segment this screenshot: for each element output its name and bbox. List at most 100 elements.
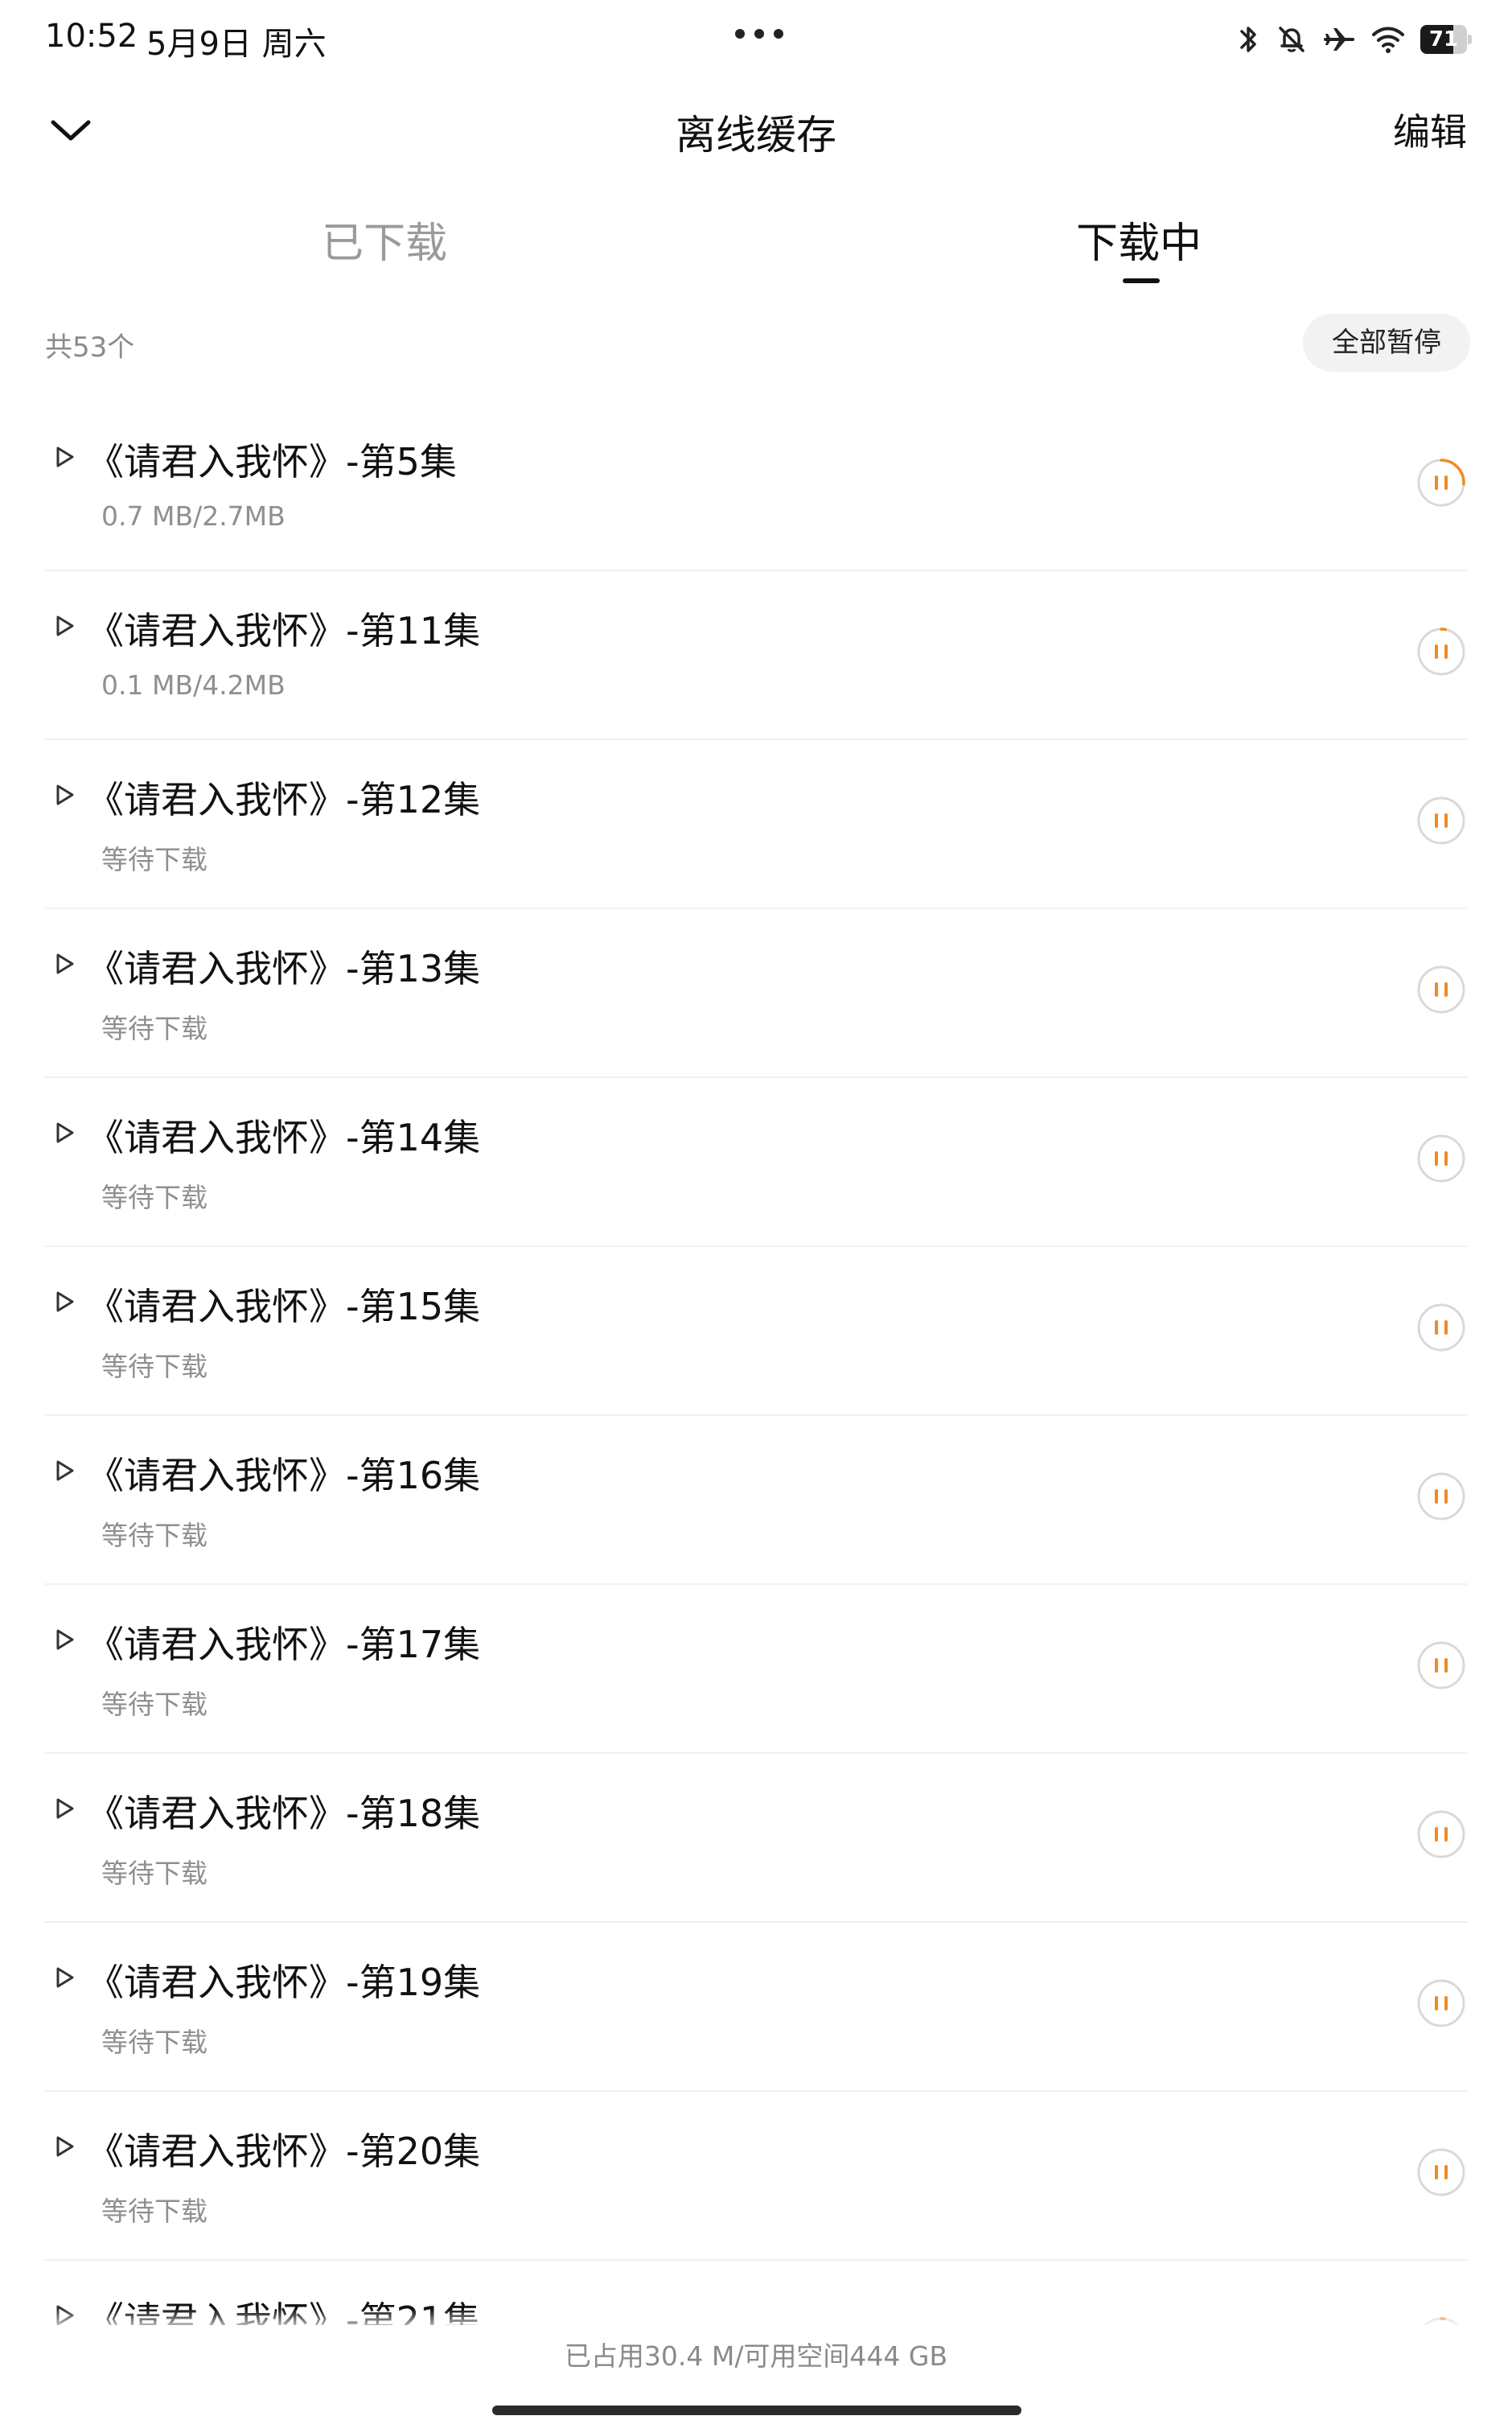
item-title: 《请君入我怀》-第17集 — [87, 1623, 481, 1666]
download-item[interactable]: 《请君入我怀》-第17集等待下载 — [45, 1585, 1467, 1754]
pause-button[interactable] — [1415, 1978, 1467, 2029]
tab-indicator — [1123, 278, 1160, 283]
progress-ring-track — [1417, 965, 1465, 1014]
play-icon — [56, 1798, 74, 1819]
tab-bar: 已下载 下载中 — [0, 193, 1512, 298]
wifi-icon — [1372, 27, 1404, 53]
play-icon — [56, 1291, 74, 1312]
item-status: 等待下载 — [101, 1689, 207, 1720]
download-item[interactable]: 《请君入我怀》-第11集 0.1 MB/4.2MB — [45, 571, 1467, 740]
play-icon — [56, 1629, 74, 1650]
play-icon — [56, 447, 74, 467]
pause-icon — [1435, 813, 1448, 828]
download-item[interactable]: 《请君入我怀》-第13集等待下载 — [45, 909, 1467, 1078]
item-status: 等待下载 — [101, 1182, 207, 1213]
pause-icon — [1435, 982, 1448, 997]
progress-ring-track — [1417, 628, 1465, 676]
progress-ring-track — [1417, 1979, 1465, 2027]
pause-button[interactable] — [1415, 1302, 1467, 1353]
pause-button[interactable] — [1415, 2146, 1467, 2198]
download-item[interactable]: 《请君入我怀》-第5集 0.7 MB/2.7MB — [45, 402, 1467, 571]
pause-all-button[interactable]: 全部暂停 — [1303, 314, 1470, 372]
download-item[interactable]: 《请君入我怀》-第14集等待下载 — [45, 1078, 1467, 1247]
edit-button[interactable]: 编辑 — [1393, 103, 1467, 156]
item-status: 等待下载 — [101, 844, 207, 875]
progress-ring-track — [1417, 1641, 1465, 1689]
item-title: 《请君入我怀》-第19集 — [87, 1961, 481, 2004]
pause-button[interactable] — [1415, 457, 1467, 508]
progress-ring-track — [1417, 796, 1465, 845]
pause-icon — [1435, 1320, 1448, 1335]
progress-ring-track — [1417, 1810, 1465, 1858]
play-icon — [56, 784, 74, 805]
download-item[interactable]: 《请君入我怀》-第20集等待下载 — [45, 2092, 1467, 2261]
item-status: 等待下载 — [101, 1858, 207, 1889]
home-indicator[interactable] — [492, 2406, 1021, 2415]
item-title: 《请君入我怀》-第20集 — [87, 2130, 481, 2173]
status-icons: 71 — [1237, 21, 1472, 58]
tab-downloaded[interactable]: 已下载 — [322, 209, 447, 270]
play-icon — [56, 615, 74, 636]
play-icon — [56, 1967, 74, 1988]
pause-icon — [1435, 2165, 1448, 2179]
item-status: 0.1 MB/4.2MB — [101, 669, 286, 701]
page-title: 离线缓存 — [676, 112, 836, 158]
item-title: 《请君入我怀》-第13集 — [87, 947, 481, 990]
bluetooth-icon — [1240, 27, 1256, 52]
item-status: 等待下载 — [101, 2027, 207, 2058]
pause-button[interactable] — [1415, 964, 1467, 1015]
tab-downloading[interactable]: 下载中 — [1076, 209, 1202, 270]
header: 离线缓存 编辑 — [0, 84, 1512, 180]
pause-icon — [1435, 1151, 1448, 1166]
download-item[interactable]: 《请君入我怀》-第12集等待下载 — [45, 740, 1467, 909]
pause-icon — [1435, 644, 1448, 659]
item-title: 《请君入我怀》-第14集 — [87, 1116, 481, 1159]
item-status: 等待下载 — [101, 1351, 207, 1382]
footer: 已占用30.4 M/可用空间444 GB — [0, 2325, 1512, 2420]
pause-button[interactable] — [1415, 626, 1467, 677]
pause-button[interactable] — [1415, 1640, 1467, 1691]
pause-icon — [1435, 1658, 1448, 1673]
pause-icon — [1435, 475, 1448, 490]
item-status: 等待下载 — [101, 1520, 207, 1551]
battery-level: 71 — [1428, 27, 1459, 51]
pause-icon — [1435, 1827, 1448, 1842]
item-status: 等待下载 — [101, 1013, 207, 1044]
item-title: 《请君入我怀》-第12集 — [87, 778, 481, 821]
item-title: 《请君入我怀》-第16集 — [87, 1454, 481, 1497]
status-date: 5月9日 周六 — [146, 26, 327, 63]
storage-info: 已占用30.4 M/可用空间444 GB — [564, 2340, 948, 2372]
download-item[interactable]: 《请君入我怀》-第16集等待下载 — [45, 1416, 1467, 1585]
item-status: 0.7 MB/2.7MB — [101, 500, 286, 532]
item-count: 共53个 — [45, 331, 135, 364]
play-icon — [56, 1122, 74, 1143]
pause-button[interactable] — [1415, 1471, 1467, 1522]
status-bar: 10:52 5月9日 周六 71 — [0, 0, 1512, 84]
status-time: 10:52 — [45, 18, 138, 55]
progress-ring-track — [1417, 1134, 1465, 1183]
battery-icon: 71 — [1420, 25, 1472, 54]
download-item[interactable]: 《请君入我怀》-第18集等待下载 — [45, 1754, 1467, 1923]
bell-muted-icon — [1279, 27, 1305, 52]
summary-row: 共53个 全部暂停 — [0, 306, 1512, 378]
progress-ring-track — [1417, 1472, 1465, 1521]
pause-button[interactable] — [1415, 795, 1467, 846]
download-list[interactable]: 《请君入我怀》-第5集 0.7 MB/2.7MB 《请君入我怀》-第11集 0.1 M… — [0, 402, 1512, 2333]
page: 10:52 5月9日 周六 71 离线缓存 编辑 已下载 下载中 共53个 全部… — [0, 0, 1512, 2420]
play-icon — [56, 2136, 74, 2157]
item-title: 《请君入我怀》-第18集 — [87, 1792, 481, 1835]
play-icon — [56, 953, 74, 974]
airplane-icon — [1324, 28, 1354, 51]
pause-icon — [1435, 1489, 1448, 1504]
pause-button[interactable] — [1415, 1133, 1467, 1184]
progress-ring-track — [1417, 2148, 1465, 2196]
download-item[interactable]: 《请君入我怀》-第15集 等待下载 — [45, 1247, 1467, 1416]
pause-button[interactable] — [1415, 1809, 1467, 1860]
download-item[interactable]: 《请君入我怀》-第19集等待下载 — [45, 1923, 1467, 2092]
item-title: 《请君入我怀》-第11集 — [87, 609, 481, 652]
pause-icon — [1435, 1996, 1448, 2010]
item-status: 等待下载 — [101, 2196, 207, 2227]
more-dots-icon[interactable] — [733, 27, 785, 40]
play-icon — [56, 1460, 74, 1481]
item-title: 《请君入我怀》-第5集 — [87, 440, 457, 484]
